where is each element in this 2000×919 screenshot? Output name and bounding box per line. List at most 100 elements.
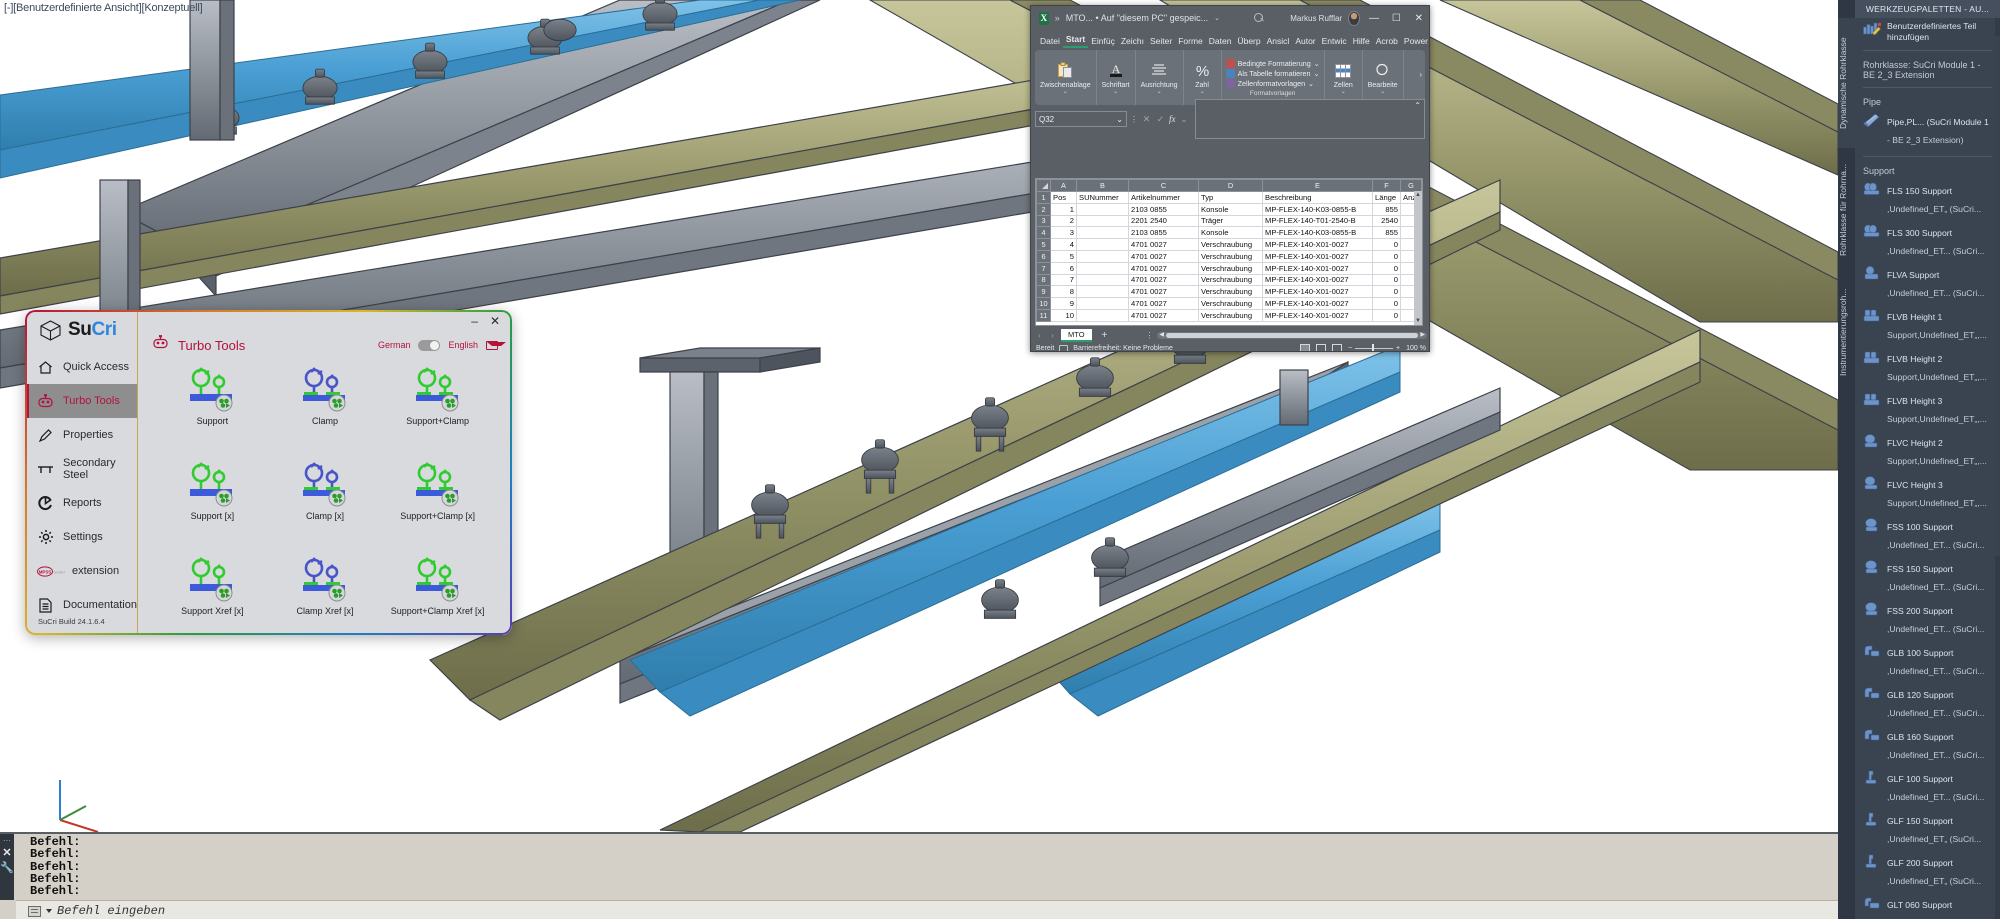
chevron-down-icon[interactable]: ⌄: [1314, 69, 1320, 78]
cell-artikelnummer[interactable]: 4701 0027: [1129, 250, 1199, 262]
excel-status-bar[interactable]: Bereit Barrierefreiheit: Keine Probleme …: [1031, 342, 1430, 352]
format-as-table-button[interactable]: Als Tabelle formatieren ⌄: [1226, 69, 1320, 78]
row-header[interactable]: 7: [1037, 262, 1051, 274]
sidebar-item-turbo-tools[interactable]: Turbo Tools: [25, 384, 137, 418]
cell-pos[interactable]: 10: [1051, 309, 1077, 321]
wrench-icon[interactable]: 🔧: [0, 862, 14, 874]
confirm-formula-button[interactable]: ✓: [1155, 114, 1166, 125]
palette-item-glf-150-support[interactable]: GLF 150 Support,Undefined_ET„ (SuCri...: [1855, 808, 2000, 850]
excel-document-title[interactable]: MTO... • Auf "diesem PC" gespeic...: [1066, 13, 1208, 23]
search-icon[interactable]: [1254, 13, 1262, 24]
cell-sunummer[interactable]: [1077, 274, 1129, 286]
chevron-down-icon[interactable]: ⌄: [1113, 89, 1118, 95]
page-layout-view-button[interactable]: [1316, 344, 1326, 352]
tab-einfuegen[interactable]: Einfüç: [1088, 36, 1118, 48]
row-header[interactable]: 10: [1037, 298, 1051, 310]
cell-sunummer[interactable]: [1077, 309, 1129, 321]
palette-item-glf-200-support[interactable]: GLF 200 Support,Undefined_ET„ (SuCri...: [1855, 850, 2000, 892]
sidebar-item-settings[interactable]: Settings: [25, 520, 137, 554]
turbo-tools-grid[interactable]: Support Clamp: [138, 358, 512, 635]
grid-vertical-scrollbar[interactable]: ▲ ▼: [1414, 191, 1422, 325]
cell-laenge[interactable]: 0: [1373, 286, 1401, 298]
row-header[interactable]: 5: [1037, 239, 1051, 251]
cell-laenge[interactable]: 0: [1373, 262, 1401, 274]
cell-beschreibung[interactable]: MP-FLEX-140-X01-0027: [1263, 262, 1373, 274]
tool-clamp[interactable]: Clamp: [269, 364, 382, 459]
tab-zeichnen[interactable]: Zeichı: [1118, 36, 1147, 48]
tab-power[interactable]: Power: [1401, 36, 1430, 48]
sidebar-item-secondary-steel[interactable]: Secondary Steel: [25, 452, 137, 486]
cell-sunummer[interactable]: [1077, 203, 1129, 215]
mail-icon[interactable]: [486, 341, 498, 350]
prev-sheet-icon[interactable]: ‹: [1035, 331, 1044, 340]
cell-beschreibung[interactable]: MP-FLEX-140-X01-0027: [1263, 274, 1373, 286]
cell-laenge[interactable]: 2540: [1373, 215, 1401, 227]
zoom-thumb[interactable]: [1372, 344, 1374, 352]
row-header[interactable]: 4: [1037, 227, 1051, 239]
palette-item-fss-100-support[interactable]: FSS 100 Support,Undefined_ET... (SuCri..…: [1855, 514, 2000, 556]
excel-window[interactable]: X » MTO... • Auf "diesem PC" gespeic... …: [1030, 5, 1430, 352]
tool-support-clamp-xref-x[interactable]: Support+Clamp Xref [x]: [381, 554, 494, 635]
excel-sheet-tabs[interactable]: ‹ › MTO + ⋮ ◀ ▶: [1031, 328, 1430, 342]
palette-item-fls-300-support[interactable]: FLS 300 Support,Undefined_ET... (SuCri..…: [1855, 220, 2000, 262]
cell-artikelnummer[interactable]: 2103 0855: [1129, 203, 1199, 215]
ribbon-overflow-icon[interactable]: ›: [1419, 70, 1422, 79]
tab-start[interactable]: Start: [1063, 34, 1088, 48]
row-header[interactable]: 2: [1037, 203, 1051, 215]
language-toggle[interactable]: [418, 340, 440, 351]
cell-pos[interactable]: 1: [1051, 203, 1077, 215]
chevron-down-icon[interactable]: ⌄: [1063, 89, 1068, 95]
excel-ribbon[interactable]: Zwischenablage ⌄ A Schriftart ⌄: [1035, 50, 1425, 105]
cell-sunummer[interactable]: [1077, 250, 1129, 262]
zoom-in-button[interactable]: +: [1396, 345, 1400, 352]
tab-hilfe[interactable]: Hilfe: [1350, 36, 1373, 48]
palette-item-flvc-height-3[interactable]: FLVC Height 3Support,Undefined_ET„,...: [1855, 472, 2000, 514]
cell-beschreibung[interactable]: MP-FLEX-140-T01-2540-B: [1263, 215, 1373, 227]
cell-beschreibung[interactable]: MP-FLEX-140-X01-0027: [1263, 250, 1373, 262]
tab-formeln[interactable]: Formе: [1175, 36, 1206, 48]
ribbon-group-ausrichtung[interactable]: Ausrichtung ⌄: [1136, 50, 1184, 105]
cell-laenge[interactable]: 0: [1373, 239, 1401, 251]
cell-pos[interactable]: 4: [1051, 239, 1077, 251]
tool-palette[interactable]: Dynamische Rohrklasse Rohrklasse für Roh…: [1838, 0, 2000, 919]
sidebar-item-extension[interactable]: MPSS GmbH extension: [25, 554, 137, 588]
zoom-level[interactable]: 100 %: [1406, 345, 1426, 352]
palette-item-pipe[interactable]: Pipe,PL... (SuCri Module 1 - BE 2_3 Exte…: [1855, 109, 2000, 151]
palette-item-flvb-height-1[interactable]: FLVB Height 1Support,Undefined_ET„,...: [1855, 304, 2000, 346]
zoom-out-button[interactable]: −: [1348, 345, 1352, 352]
command-input[interactable]: Befehl eingeben: [57, 904, 165, 918]
cell-pos[interactable]: 7: [1051, 274, 1077, 286]
column-header-d[interactable]: D: [1199, 180, 1263, 192]
excel-titlebar[interactable]: X » MTO... • Auf "diesem PC" gespeic... …: [1031, 6, 1429, 30]
cell-laenge[interactable]: 0: [1373, 274, 1401, 286]
cancel-formula-button[interactable]: ✕: [1141, 114, 1152, 125]
page-break-view-button[interactable]: [1332, 344, 1342, 352]
formula-bar-options-icon[interactable]: ⋮: [1130, 115, 1138, 124]
select-all-corner[interactable]: [1037, 180, 1051, 192]
viewport-label[interactable]: [-][Benutzerdefinierte Ansicht][Konzeptu…: [4, 2, 203, 14]
language-label-english[interactable]: English: [448, 340, 478, 350]
cell-beschreibung[interactable]: MP-FLEX-140-K03-0855-B: [1263, 203, 1373, 215]
tool-clamp-x[interactable]: Clamp [x]: [269, 459, 382, 554]
cell-typ[interactable]: Verschraubung: [1199, 239, 1263, 251]
user-name[interactable]: Markus Rufflar: [1290, 14, 1342, 23]
ribbon-group-zellen[interactable]: Zellen ⌄: [1325, 50, 1363, 105]
cell-laenge[interactable]: 0: [1373, 298, 1401, 310]
cell-typ[interactable]: Verschraubung: [1199, 298, 1263, 310]
zoom-track[interactable]: [1355, 348, 1393, 349]
sheet-tab-mto[interactable]: MTO: [1061, 329, 1092, 342]
cell-styles-button[interactable]: Zellenformatvorlagen ⌄: [1226, 79, 1320, 88]
tool-support-xref-x[interactable]: Support Xref [x]: [156, 554, 269, 635]
add-sheet-button[interactable]: +: [1102, 330, 1108, 341]
tool-support-clamp[interactable]: Support+Clamp: [381, 364, 494, 459]
cell-sunummer[interactable]: [1077, 227, 1129, 239]
cell-pos[interactable]: 5: [1051, 250, 1077, 262]
cell-artikelnummer[interactable]: 2103 0855: [1129, 227, 1199, 239]
column-header-a[interactable]: A: [1051, 180, 1077, 192]
cell-typ[interactable]: Verschraubung: [1199, 309, 1263, 321]
horizontal-scrollbar[interactable]: ◀ ▶: [1157, 332, 1427, 339]
minimize-button[interactable]: –: [471, 316, 478, 326]
chevron-down-icon[interactable]: ⌄: [1314, 59, 1320, 68]
tab-automate[interactable]: Autor: [1292, 36, 1318, 48]
palette-item-glb-160-support[interactable]: GLB 160 Support,Undefined_ET... (SuCri..…: [1855, 724, 2000, 766]
